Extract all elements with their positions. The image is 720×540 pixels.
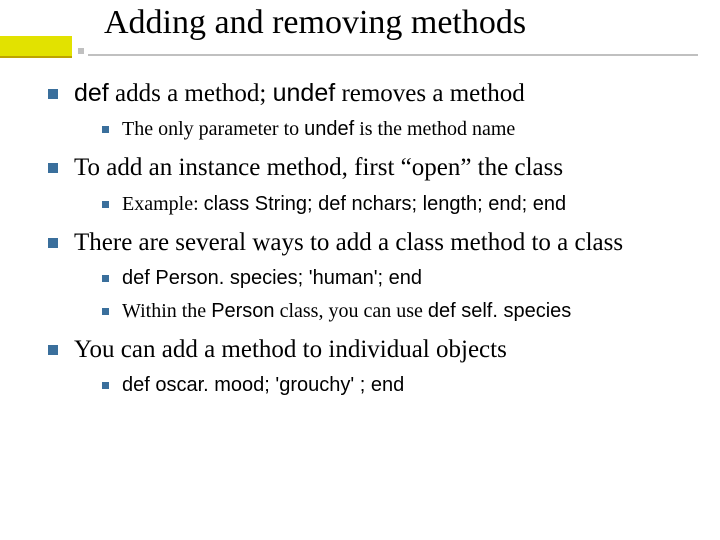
accent-dot bbox=[78, 48, 84, 54]
text-run: is the method name bbox=[354, 118, 515, 140]
sub-list: The only parameter to undef is the metho… bbox=[74, 117, 692, 142]
code-run: undef bbox=[273, 79, 336, 107]
slide: Adding and removing methods def adds a m… bbox=[0, 0, 720, 540]
text-run: Example: bbox=[122, 193, 204, 215]
text-run: You can add a method to individual objec… bbox=[74, 336, 507, 363]
text-run: The only parameter to bbox=[122, 118, 304, 140]
bullet-list: def adds a method; undef removes a metho… bbox=[0, 78, 720, 398]
text-run: removes a method bbox=[335, 80, 525, 107]
code-run: Person bbox=[211, 300, 274, 322]
code-run: def oscar. mood; 'grouchy' ; end bbox=[122, 374, 404, 396]
accent-band bbox=[0, 36, 72, 58]
code-run: def bbox=[74, 79, 109, 107]
list-item: Within the Person class, you can use def… bbox=[102, 299, 692, 324]
list-item: def oscar. mood; 'grouchy' ; end bbox=[102, 373, 692, 398]
list-item: You can add a method to individual objec… bbox=[48, 334, 692, 398]
text-run: class, you can use bbox=[275, 300, 428, 322]
code-run: class String; def nchars; length; end; e… bbox=[204, 193, 566, 215]
page-title: Adding and removing methods bbox=[104, 4, 526, 42]
code-run: undef bbox=[304, 118, 354, 140]
list-item: There are several ways to add a class me… bbox=[48, 227, 692, 324]
code-run: def self. species bbox=[428, 300, 571, 322]
text-run: To add an instance method, first “open” … bbox=[74, 154, 563, 181]
list-item: def adds a method; undef removes a metho… bbox=[48, 78, 692, 142]
list-item: def Person. species; 'human'; end bbox=[102, 266, 692, 291]
list-item: To add an instance method, first “open” … bbox=[48, 152, 692, 216]
text-run: There are several ways to add a class me… bbox=[74, 229, 623, 256]
title-bar: Adding and removing methods bbox=[0, 0, 720, 68]
text-run: Within the bbox=[122, 300, 211, 322]
sub-list: Example: class String; def nchars; lengt… bbox=[74, 192, 692, 217]
title-underline bbox=[88, 54, 698, 56]
sub-list: def oscar. mood; 'grouchy' ; end bbox=[74, 373, 692, 398]
list-item: Example: class String; def nchars; lengt… bbox=[102, 192, 692, 217]
text-run: adds a method; bbox=[109, 80, 273, 107]
sub-list: def Person. species; 'human'; end Within… bbox=[74, 266, 692, 324]
list-item: The only parameter to undef is the metho… bbox=[102, 117, 692, 142]
code-run: def Person. species; 'human'; end bbox=[122, 267, 422, 289]
